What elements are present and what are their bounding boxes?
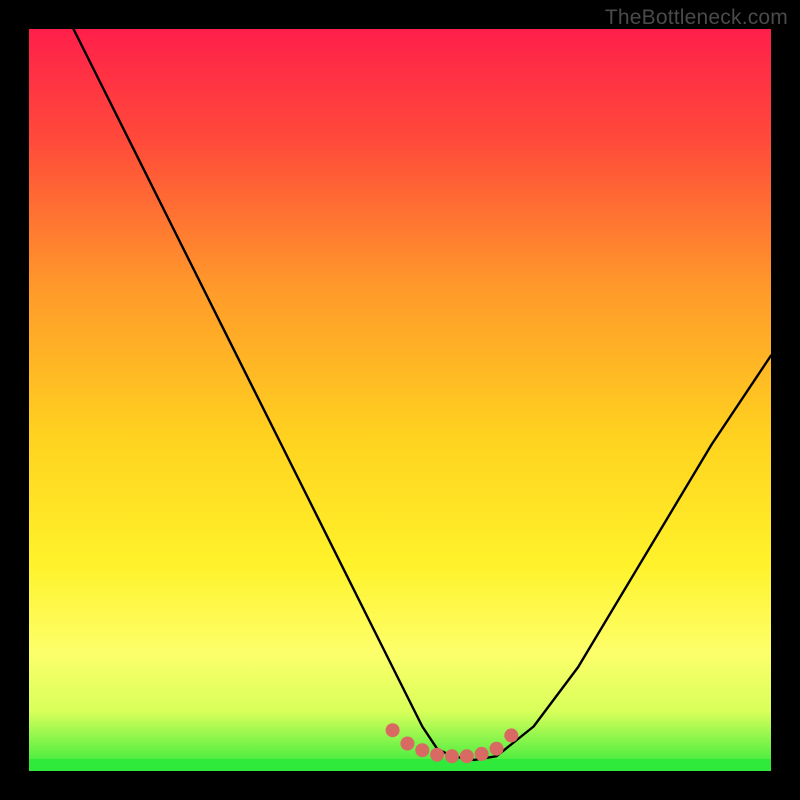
marker-dot: [490, 742, 504, 756]
marker-dot: [475, 747, 489, 761]
plot-area: [29, 29, 771, 771]
marker-dot: [415, 743, 429, 757]
green-baseline: [29, 759, 771, 771]
watermark-text: TheBottleneck.com: [605, 6, 788, 30]
plot-svg: [29, 29, 771, 771]
marker-dot: [445, 749, 459, 763]
marker-dot: [430, 748, 444, 762]
marker-dot: [400, 737, 414, 751]
chart-stage: TheBottleneck.com: [0, 0, 800, 800]
marker-dot: [460, 749, 474, 763]
marker-dot: [386, 723, 400, 737]
gradient-background: [29, 29, 771, 771]
marker-dot: [504, 728, 518, 742]
